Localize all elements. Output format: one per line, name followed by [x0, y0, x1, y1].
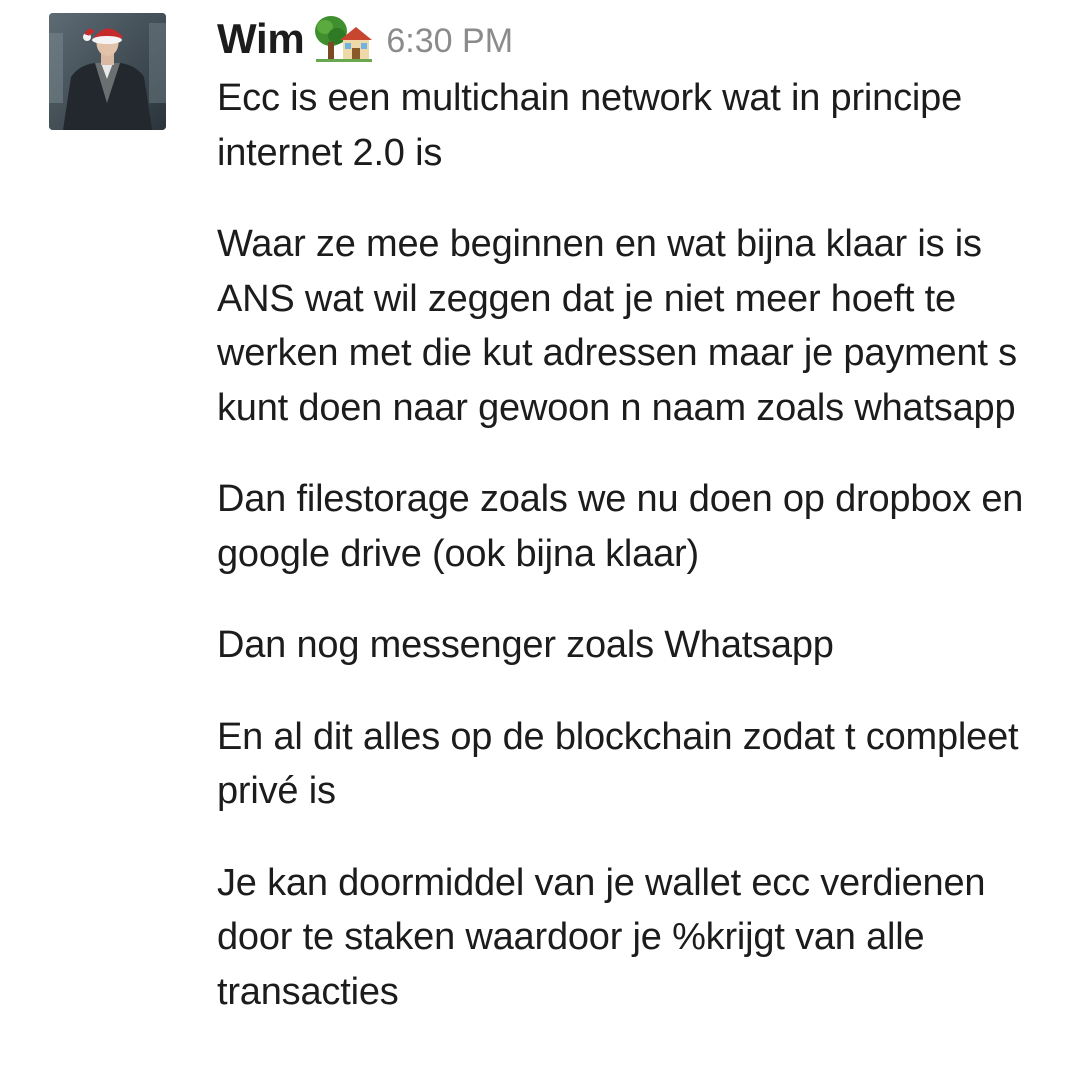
message-header: Wim 6:30 PM [217, 10, 1057, 68]
avatar-photo [49, 13, 166, 130]
message-paragraph: Dan nog messenger zoals Whatsapp [217, 624, 834, 666]
message-body: Ecc is een multichain network wat in pri… [217, 71, 1057, 1019]
message-paragraph: Waar ze mee beginnen en wat bijna klaar … [217, 223, 1017, 429]
message-content: Wim 6:30 PM Ecc is een multichain networ… [217, 10, 1057, 1019]
message-paragraph: Dan filestorage zoals we nu doen op drop… [217, 478, 1024, 575]
chat-message: Wim 6:30 PM Ecc is een multichain networ… [0, 0, 1080, 1080]
message-paragraph: En al dit alles op de blockchain zodat t… [217, 715, 1019, 813]
message-paragraph: Je kan doormiddel van je wallet ecc verd… [217, 861, 986, 1013]
message-paragraph: Ecc is een multichain network wat in pri… [217, 77, 963, 174]
tree-house-icon [314, 14, 374, 64]
message-timestamp[interactable]: 6:30 PM [386, 22, 513, 61]
sender-name[interactable]: Wim [217, 15, 305, 63]
avatar[interactable] [49, 13, 166, 130]
